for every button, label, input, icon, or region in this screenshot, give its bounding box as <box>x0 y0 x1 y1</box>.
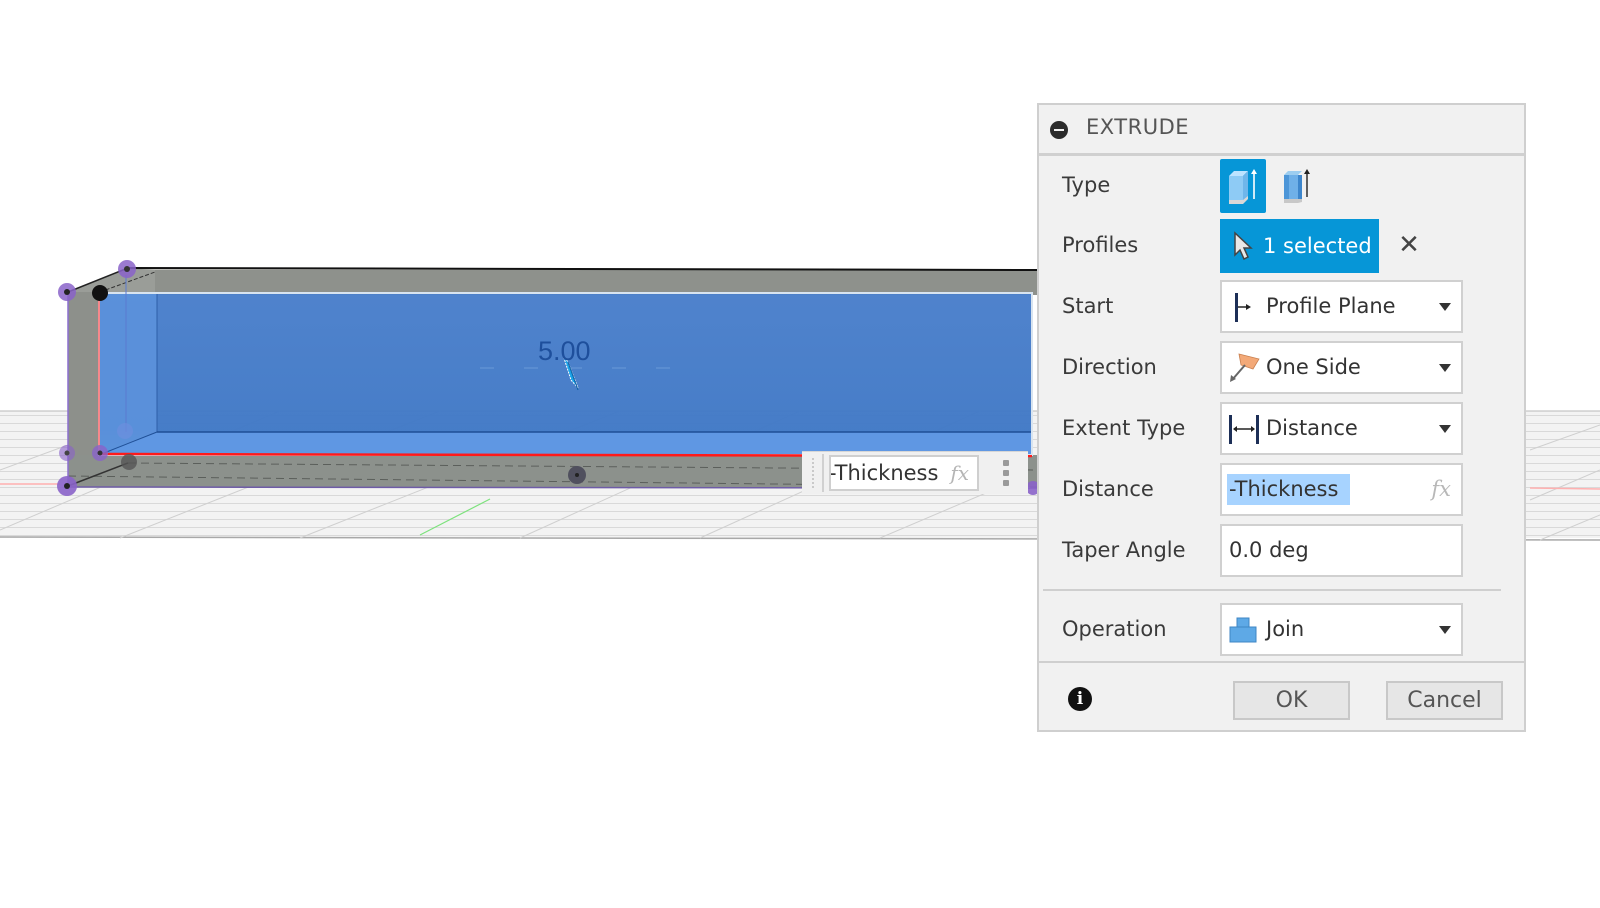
start-label: Start <box>1062 294 1114 318</box>
dimension-label: 5.00 <box>538 336 591 366</box>
vertex-handle[interactable] <box>57 476 77 496</box>
extent-type-dropdown[interactable]: Distance <box>1220 402 1463 455</box>
solid-extrude-icon <box>1229 169 1257 204</box>
dialog-title: EXTRUDE <box>1086 115 1190 139</box>
type-thin-button[interactable] <box>1272 159 1318 213</box>
direction-row: Direction One Side <box>1039 341 1524 394</box>
distance-row: Distance -Thickness fx <box>1039 463 1524 516</box>
floating-distance-input[interactable]: -Thickness fx <box>802 451 1028 494</box>
profiles-selected-count: 1 selected <box>1263 234 1372 258</box>
type-solid-button[interactable] <box>1220 159 1266 213</box>
distance-input[interactable]: -Thickness fx <box>1220 463 1463 516</box>
type-label: Type <box>1062 173 1111 197</box>
vertex-handle[interactable] <box>92 445 108 461</box>
vertex-handle[interactable] <box>92 285 108 301</box>
operation-label: Operation <box>1062 617 1167 641</box>
profiles-selection-button[interactable]: 1 selected <box>1220 219 1379 273</box>
profiles-label: Profiles <box>1062 233 1139 257</box>
extent-type-label: Extent Type <box>1062 416 1186 440</box>
floating-distance-value: -Thickness <box>829 461 939 485</box>
taper-angle-input[interactable]: 0.0 deg <box>1220 524 1463 577</box>
collapse-icon[interactable] <box>1050 121 1068 139</box>
direction-value: One Side <box>1266 355 1361 379</box>
vertex-handle[interactable] <box>59 445 75 461</box>
section-divider <box>1043 589 1501 591</box>
type-row: Type <box>1039 159 1524 213</box>
dialog-header: EXTRUDE <box>1039 105 1524 156</box>
distance-label: Distance <box>1062 477 1154 501</box>
extent-type-row: Extent Type Distance <box>1039 402 1524 455</box>
join-operation-icon <box>1229 617 1257 643</box>
taper-angle-row: Taper Angle 0.0 deg <box>1039 524 1524 577</box>
taper-angle-label: Taper Angle <box>1062 538 1186 562</box>
info-icon[interactable]: i <box>1068 687 1092 711</box>
fx-icon[interactable]: fx <box>1431 474 1451 505</box>
profile-plane-icon <box>1235 293 1251 322</box>
profiles-row: Profiles 1 selected ✕ <box>1039 219 1524 273</box>
clear-selection-close-icon[interactable]: ✕ <box>1395 231 1423 259</box>
one-side-direction-icon <box>1230 353 1260 382</box>
cancel-button[interactable]: Cancel <box>1386 681 1503 720</box>
chevron-down-icon <box>1439 303 1451 311</box>
chevron-down-icon <box>1439 626 1451 634</box>
ok-button[interactable]: OK <box>1233 681 1350 720</box>
direction-label: Direction <box>1062 355 1157 379</box>
operation-row: Operation Join <box>1039 603 1524 656</box>
vertex-handle[interactable] <box>568 466 586 484</box>
fx-icon[interactable]: fx <box>950 457 969 489</box>
thin-extrude-icon <box>1284 169 1310 203</box>
vertex-handle[interactable] <box>118 260 136 278</box>
vertex-handle[interactable] <box>121 454 137 470</box>
more-options-icon[interactable] <box>1002 460 1010 486</box>
vertex-handle[interactable] <box>117 423 133 439</box>
chevron-down-icon <box>1439 425 1451 433</box>
dialog-footer: i OK Cancel <box>1039 661 1524 730</box>
distance-value: -Thickness <box>1227 474 1351 505</box>
floating-distance-field[interactable]: -Thickness fx <box>829 455 979 491</box>
separator <box>822 454 824 492</box>
distance-extent-icon <box>1229 415 1259 444</box>
vertex-handle[interactable] <box>58 283 76 301</box>
start-row: Start Profile Plane <box>1039 280 1524 333</box>
extrude-dialog: EXTRUDE Type Profiles 1 selected ✕ Start… <box>1037 103 1526 732</box>
operation-dropdown[interactable]: Join <box>1220 603 1463 656</box>
extent-type-value: Distance <box>1266 416 1358 440</box>
drag-handle[interactable] <box>812 458 818 488</box>
direction-dropdown[interactable]: One Side <box>1220 341 1463 394</box>
start-value: Profile Plane <box>1266 294 1396 318</box>
taper-angle-value: 0.0 deg <box>1229 538 1309 562</box>
operation-value: Join <box>1266 617 1305 641</box>
start-dropdown[interactable]: Profile Plane <box>1220 280 1463 333</box>
cursor-icon <box>1234 231 1253 261</box>
chevron-down-icon <box>1439 364 1451 372</box>
